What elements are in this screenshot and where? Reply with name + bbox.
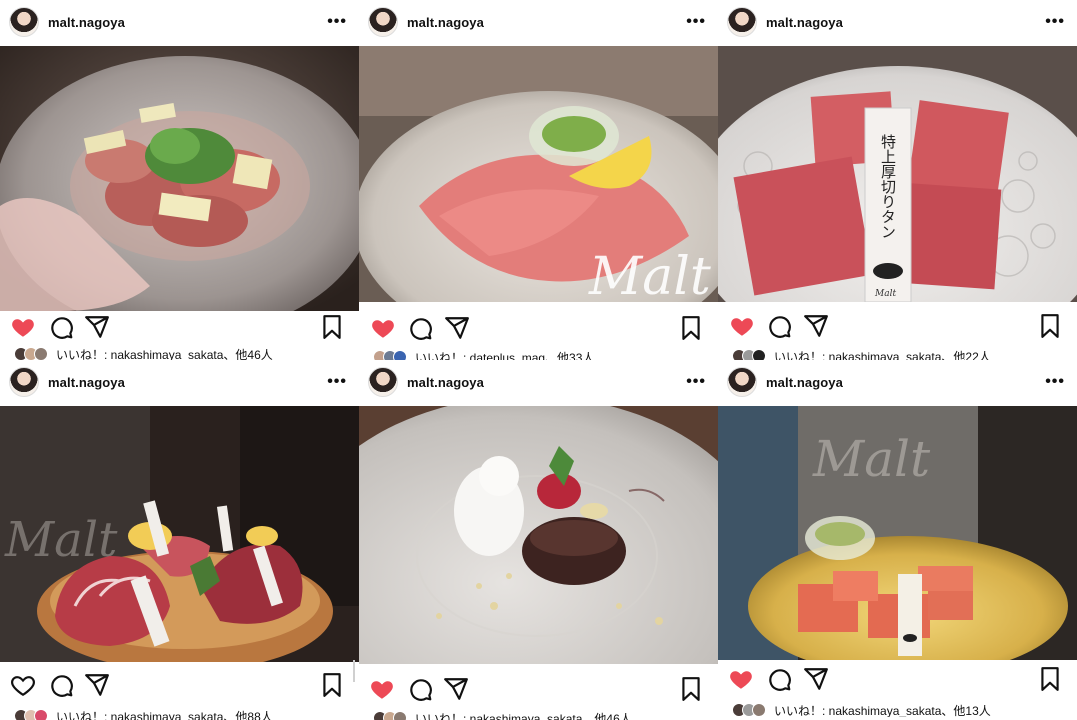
comment-icon[interactable] [407, 315, 433, 341]
bookmark-icon[interactable] [1037, 313, 1063, 339]
post-header: malt.nagoya ••• [0, 0, 359, 44]
scrollbar[interactable] [353, 660, 355, 682]
username[interactable]: malt.nagoya [407, 15, 484, 30]
bookmark-icon[interactable] [319, 672, 345, 698]
liker-avatars [373, 350, 407, 360]
post-4: malt.nagoya ••• Malt いいね！: nakashimaya_s… [0, 360, 359, 720]
post-actions [0, 672, 359, 700]
username[interactable]: malt.nagoya [766, 15, 843, 30]
liker-avatars [732, 703, 766, 717]
avatar[interactable] [727, 367, 757, 397]
likes-row: いいね！: nakashimaya_sakata、他46人 [373, 711, 632, 720]
likes-row: いいね！: nakashimaya_sakata、他13人 [732, 703, 991, 717]
comment-icon[interactable] [766, 666, 792, 692]
likes-text[interactable]: いいね！: dateplus_mag、他33人 [415, 350, 594, 361]
bookmark-icon[interactable] [678, 315, 704, 341]
share-icon[interactable] [84, 314, 110, 340]
post-actions [359, 676, 718, 704]
post-actions [359, 315, 718, 343]
heart-icon[interactable] [728, 666, 754, 692]
more-icon[interactable]: ••• [686, 13, 706, 31]
post-1: malt.nagoya ••• いいね！: nakashimaya_sakata… [0, 0, 359, 360]
post-header: malt.nagoya ••• [359, 0, 718, 44]
share-icon[interactable] [84, 672, 110, 698]
likes-row: いいね！: nakashimaya_sakata、他22人 [732, 349, 991, 360]
post-5: malt.nagoya ••• いいね！: nakashimaya_sakata… [359, 360, 718, 720]
post-photo[interactable] [0, 46, 359, 311]
username[interactable]: malt.nagoya [48, 15, 125, 30]
more-icon[interactable]: ••• [1045, 373, 1065, 391]
photo-logo: Malt [588, 247, 711, 302]
avatar[interactable] [368, 367, 398, 397]
avatar[interactable] [9, 7, 39, 37]
post-photo[interactable]: Malt [718, 406, 1077, 660]
heart-icon[interactable] [370, 315, 396, 341]
heart-icon[interactable] [10, 314, 36, 340]
comment-icon[interactable] [48, 314, 74, 340]
bookmark-icon[interactable] [1037, 666, 1063, 692]
bookmark-icon[interactable] [319, 314, 345, 340]
more-icon[interactable]: ••• [1045, 13, 1065, 31]
likes-row: いいね！: nakashimaya_sakata、他88人 [14, 709, 273, 720]
photo-logo: Malt [812, 430, 931, 488]
post-header: malt.nagoya ••• [718, 0, 1077, 44]
likes-row: いいね！: dateplus_mag、他33人 [373, 350, 594, 360]
bookmark-icon[interactable] [678, 676, 704, 702]
photo-logo: Malt [874, 289, 896, 299]
comment-icon[interactable] [407, 676, 433, 702]
post-3: malt.nagoya ••• 特上厚切りタン Malt いいね！: nakas… [718, 0, 1077, 360]
post-header: malt.nagoya ••• [359, 360, 718, 404]
share-icon[interactable] [443, 676, 469, 702]
heart-icon[interactable] [369, 676, 395, 702]
liker-avatars [14, 709, 48, 720]
avatar[interactable] [727, 7, 757, 37]
more-icon[interactable]: ••• [327, 373, 347, 391]
post-photo[interactable] [359, 406, 718, 664]
post-header: malt.nagoya ••• [0, 360, 359, 404]
share-icon[interactable] [803, 313, 829, 339]
avatar[interactable] [368, 7, 398, 37]
post-actions [718, 313, 1077, 341]
share-icon[interactable] [803, 666, 829, 692]
heart-icon[interactable] [10, 672, 36, 698]
likes-row: いいね！: nakashimaya_sakata、他46人 [14, 347, 273, 360]
likes-text[interactable]: いいね！: nakashimaya_sakata、他88人 [56, 709, 273, 720]
more-icon[interactable]: ••• [327, 13, 347, 31]
likes-text[interactable]: いいね！: nakashimaya_sakata、他46人 [415, 711, 632, 720]
comment-icon[interactable] [766, 313, 792, 339]
post-actions [718, 666, 1077, 694]
liker-avatars [14, 347, 48, 360]
post-photo[interactable]: Malt [0, 406, 359, 662]
photo-label: 特上厚切りタン [879, 134, 897, 239]
username[interactable]: malt.nagoya [766, 375, 843, 390]
comment-icon[interactable] [48, 672, 74, 698]
post-header: malt.nagoya ••• [718, 360, 1077, 404]
share-icon[interactable] [444, 315, 470, 341]
more-icon[interactable]: ••• [686, 373, 706, 391]
liker-avatars [373, 711, 407, 720]
username[interactable]: malt.nagoya [407, 375, 484, 390]
post-2: malt.nagoya ••• Malt いいね！: dateplus_mag、… [359, 0, 718, 360]
post-photo[interactable]: 特上厚切りタン Malt [718, 46, 1077, 302]
post-photo[interactable]: Malt [359, 46, 718, 302]
heart-icon[interactable] [729, 313, 755, 339]
likes-text[interactable]: いいね！: nakashimaya_sakata、他22人 [774, 349, 991, 361]
username[interactable]: malt.nagoya [48, 375, 125, 390]
likes-text[interactable]: いいね！: nakashimaya_sakata、他46人 [56, 347, 273, 361]
post-actions [0, 314, 359, 342]
post-6: malt.nagoya ••• Malt いいね！: nakashimaya_s… [718, 360, 1077, 720]
likes-text[interactable]: いいね！: nakashimaya_sakata、他13人 [774, 703, 991, 718]
avatar[interactable] [9, 367, 39, 397]
liker-avatars [732, 349, 766, 360]
